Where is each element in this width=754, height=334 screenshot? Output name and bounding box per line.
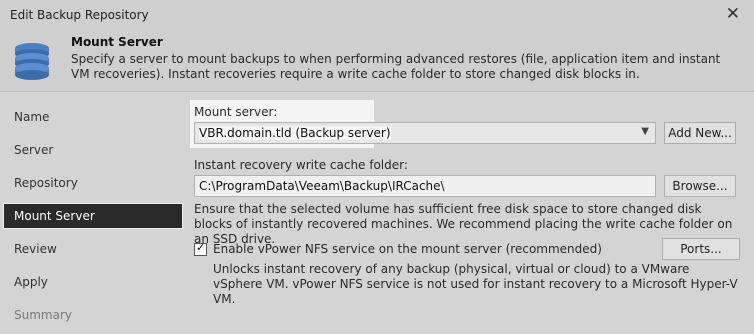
window-title: Edit Backup Repository [10,8,149,22]
sidebar-item-review[interactable]: Review [0,236,186,262]
wizard-steps-sidebar: Name Server Repository Mount Server Revi… [0,92,186,334]
close-icon[interactable]: ✕ [726,5,740,23]
wizard-header: Mount Server Specify a server to mount b… [0,31,754,91]
enable-nfs-checkbox[interactable]: ✓ [194,241,207,256]
sidebar-item-server[interactable]: Server [0,137,186,163]
enable-nfs-label[interactable]: Enable vPower NFS service on the mount s… [213,242,602,256]
nfs-note: Unlocks instant recovery of any backup (… [213,262,738,306]
chevron-down-icon[interactable]: ▼ [641,126,649,137]
page-description: Specify a server to mount backups to whe… [71,52,721,81]
sidebar-item-repository[interactable]: Repository [0,170,186,196]
mount-server-value: VBR.domain.tld (Backup server) [199,126,391,140]
checkmark-icon: ✓ [196,241,206,254]
main-content: Mount server: VBR.domain.tld (Backup ser… [186,92,754,334]
database-icon [15,43,49,80]
ssd-note: Ensure that the selected volume has suff… [194,202,733,246]
sidebar-item-mount-server[interactable]: Mount Server [3,203,183,229]
sidebar-item-apply[interactable]: Apply [0,269,186,295]
page-title: Mount Server [71,35,163,49]
mount-server-label: Mount server: [194,105,278,119]
ports-button[interactable]: Ports... [662,238,740,260]
cache-folder-label: Instant recovery write cache folder: [194,158,408,172]
title-bar: Edit Backup Repository ✕ [0,0,754,31]
mount-server-select[interactable]: VBR.domain.tld (Backup server) ▼ [194,122,656,144]
add-new-button[interactable]: Add New... [664,122,736,144]
sidebar-item-summary[interactable]: Summary [0,302,186,328]
browse-button[interactable]: Browse... [664,175,736,197]
sidebar-item-name[interactable]: Name [0,104,186,130]
cache-folder-input[interactable]: C:\ProgramData\Veeam\Backup\IRCache\ [194,175,656,197]
